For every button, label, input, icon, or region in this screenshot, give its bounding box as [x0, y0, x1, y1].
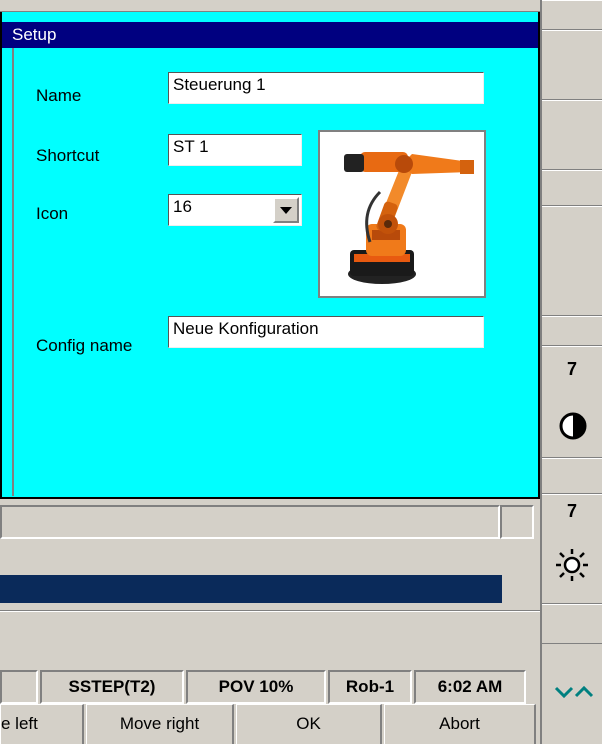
icon-dropdown-button[interactable]	[273, 197, 299, 223]
chevron-down-icon	[280, 207, 292, 214]
status-time: 6:02 AM	[414, 670, 526, 704]
shortcut-field[interactable]: ST 1	[168, 134, 302, 166]
brightness-value: 7	[567, 501, 578, 521]
dialog-title: Setup	[12, 25, 57, 44]
right-button-5[interactable]	[542, 206, 602, 316]
config-name-field[interactable]: Neue Konfiguration	[168, 316, 484, 348]
brightness-button[interactable]: 7	[542, 494, 602, 604]
right-button-3[interactable]	[542, 100, 602, 170]
right-button-1[interactable]	[542, 0, 602, 30]
robot-icon-preview	[318, 130, 486, 298]
background-top-strip	[0, 0, 540, 12]
message-field-small	[500, 505, 534, 539]
icon-label: Icon	[36, 204, 69, 223]
right-button-8[interactable]	[542, 604, 602, 644]
progress-bar	[0, 575, 502, 603]
status-override[interactable]: POV 10%	[186, 670, 326, 704]
right-button-4[interactable]	[542, 170, 602, 206]
contrast-value: 7	[567, 359, 578, 379]
softkey-bar: e left Move right OK Abort	[0, 704, 540, 744]
sun-icon	[556, 549, 588, 581]
status-bar: SSTEP(T2) POV 10% Rob-1 6:02 AM	[0, 670, 540, 704]
robot-icon	[320, 132, 484, 296]
shortcut-label: Shortcut	[36, 146, 100, 165]
right-panel: 7 7	[540, 0, 602, 744]
move-left-softkey[interactable]: e left	[0, 704, 84, 744]
status-robot[interactable]: Rob-1	[328, 670, 412, 704]
right-button-6[interactable]	[542, 316, 602, 346]
right-button-2[interactable]	[542, 30, 602, 100]
move-right-softkey[interactable]: Move right	[86, 704, 234, 744]
status-left-empty	[0, 670, 38, 704]
contrast-button[interactable]: 7	[542, 346, 602, 458]
config-name-label: Config name	[36, 336, 133, 355]
abort-softkey[interactable]: Abort	[384, 704, 536, 744]
separator-line	[0, 610, 540, 612]
contrast-icon	[559, 412, 587, 440]
name-field[interactable]: Steuerung 1	[168, 72, 484, 104]
scroll-toggle-icon[interactable]	[554, 684, 594, 702]
setup-dialog: Setup Name Steuerung 1 Shortcut ST 1 Ico…	[0, 12, 540, 499]
right-button-7[interactable]	[542, 458, 602, 494]
name-label: Name	[36, 86, 82, 105]
ok-softkey[interactable]: OK	[236, 704, 382, 744]
icon-select-value: 16	[173, 197, 192, 216]
dialog-title-bar: Setup	[2, 22, 538, 48]
message-field	[0, 505, 500, 539]
status-mode[interactable]: SSTEP(T2)	[40, 670, 184, 704]
